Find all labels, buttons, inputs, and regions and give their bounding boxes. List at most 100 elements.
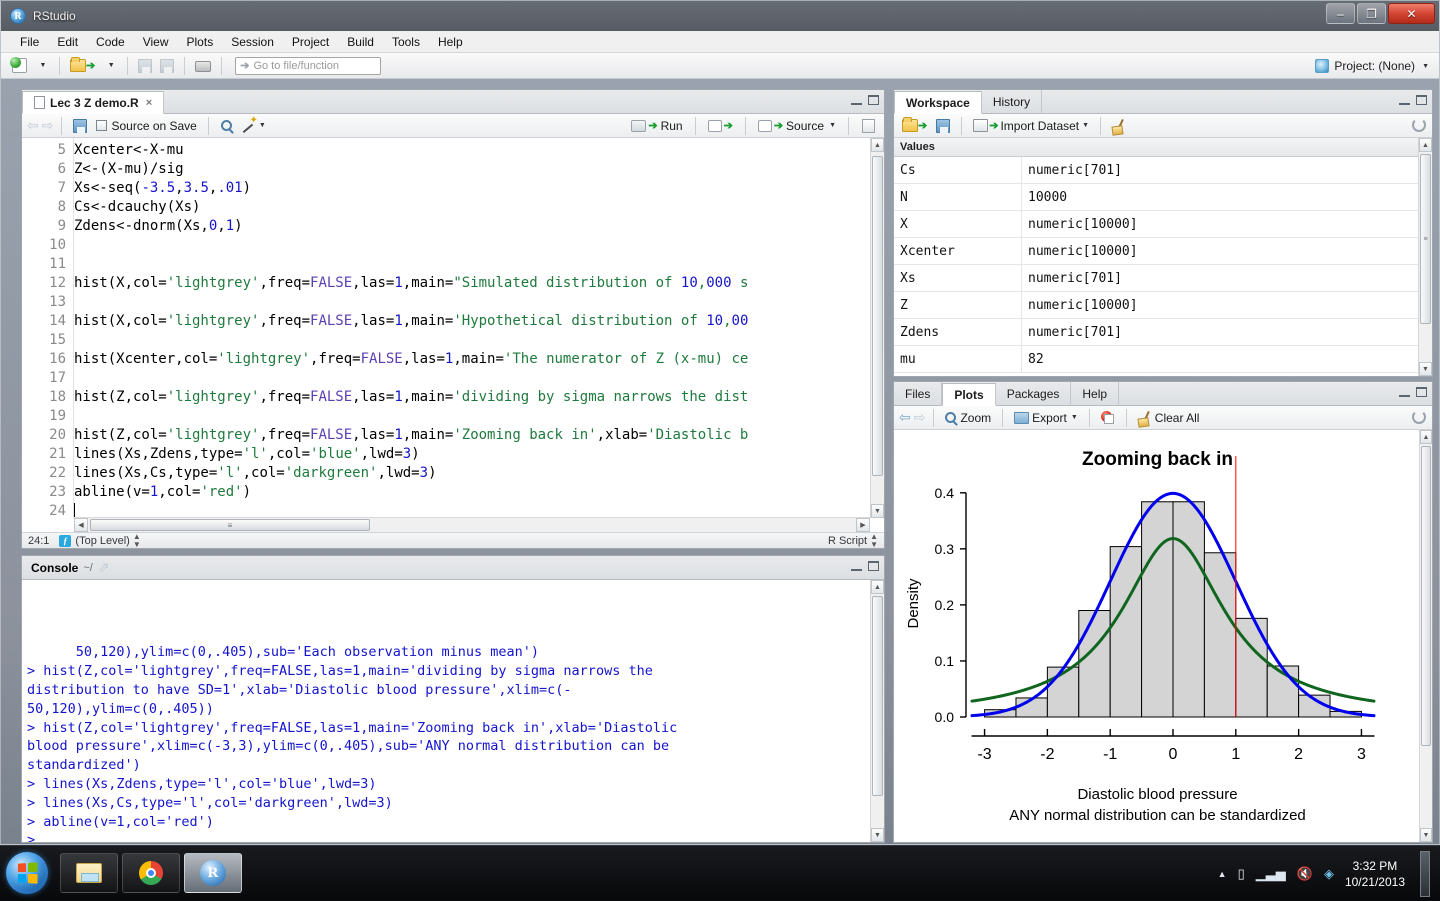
plot-canvas[interactable]: Zooming back in0.00.10.20.30.4Density-3-… — [894, 430, 1432, 842]
code-line[interactable]: Zdens<-dnorm(Xs,0,1) — [74, 217, 870, 236]
code-line[interactable]: Cs<-dcauchy(Xs) — [74, 198, 870, 217]
source-scroll-down-arrow[interactable]: ▼ — [871, 504, 884, 518]
workspace-row[interactable]: N10000 — [894, 184, 1432, 211]
find-replace-button[interactable] — [217, 116, 237, 136]
scope-selector-label[interactable]: (Top Level) — [75, 535, 129, 547]
show-document-outline-button[interactable] — [858, 116, 878, 136]
menu-session[interactable]: Session — [222, 33, 283, 51]
save-button[interactable] — [135, 56, 155, 76]
scope-selector-caret[interactable]: ▲▼ — [133, 533, 141, 549]
source-tab-lec3zdemo[interactable]: Lec 3 Z demo.R × — [22, 91, 164, 114]
tab-history[interactable]: History — [982, 90, 1042, 113]
tab-help[interactable]: Help — [1071, 382, 1119, 405]
source-hscroll-thumb[interactable]: ≡ — [90, 519, 370, 531]
plots-minimize-icon[interactable] — [1399, 388, 1410, 397]
source-horizontal-scrollbar[interactable]: ◀ ≡ ▶ — [74, 517, 870, 532]
plot-zoom-button[interactable]: Zoom — [942, 408, 994, 428]
plots-scroll-down-arrow[interactable]: ▼ — [1420, 828, 1432, 842]
workspace-scroll-thumb[interactable]: ≡ — [1420, 154, 1431, 324]
workspace-maximize-icon[interactable] — [1416, 95, 1427, 105]
tab-workspace[interactable]: Workspace — [894, 91, 982, 114]
code-line[interactable]: hist(Xcenter,col='lightgrey',freq=FALSE,… — [74, 350, 870, 369]
taskbar-item-rstudio[interactable]: R — [184, 853, 242, 893]
source-tab-close-icon[interactable]: × — [146, 97, 152, 109]
code-line[interactable]: Z<-(X-mu)/sig — [74, 160, 870, 179]
file-type-caret[interactable]: ▲▼ — [870, 533, 878, 549]
start-button[interactable] — [6, 852, 48, 894]
import-dataset-button[interactable]: ➔ Import Dataset ▼ — [970, 116, 1092, 136]
console-scroll-down-arrow[interactable]: ▼ — [871, 828, 884, 842]
code-line[interactable]: abline(v=1,col='red') — [74, 483, 870, 502]
menu-file[interactable]: File — [11, 33, 48, 51]
file-type-label[interactable]: R Script — [828, 535, 867, 547]
code-line[interactable] — [74, 255, 870, 274]
tab-packages[interactable]: Packages — [996, 382, 1072, 405]
source-hscroll-left-arrow[interactable]: ◀ — [74, 518, 88, 532]
plot-remove-button[interactable] — [1098, 408, 1118, 428]
print-button[interactable] — [192, 56, 214, 76]
new-file-button[interactable] — [9, 56, 30, 76]
new-file-dropdown-caret[interactable]: ▼ — [32, 56, 52, 76]
code-line[interactable]: Xcenter<-X-mu — [74, 141, 870, 160]
close-button[interactable]: ✕ — [1388, 3, 1435, 24]
menu-build[interactable]: Build — [338, 33, 383, 51]
workspace-scroll-down-arrow[interactable]: ▼ — [1419, 362, 1432, 376]
code-line[interactable]: hist(X,col='lightgrey',freq=FALSE,las=1,… — [74, 274, 870, 293]
workspace-row[interactable]: Csnumeric[701] — [894, 157, 1432, 184]
console-maximize-icon[interactable] — [868, 561, 879, 571]
source-minimize-icon[interactable] — [851, 96, 862, 105]
console-scroll-thumb[interactable] — [872, 596, 883, 796]
plots-scroll-thumb[interactable] — [1421, 446, 1431, 746]
open-file-dropdown-caret[interactable]: ▼ — [100, 56, 120, 76]
tab-plots[interactable]: Plots — [942, 383, 995, 406]
code-line[interactable]: hist(Z,col='lightgrey',freq=FALSE,las=1,… — [74, 426, 870, 445]
taskbar-item-chrome[interactable] — [122, 853, 180, 893]
source-scroll-up-arrow[interactable]: ▲ — [871, 138, 884, 152]
run-button[interactable]: ➔ Run — [628, 116, 685, 136]
plots-forward-icon[interactable]: ⇨ — [914, 409, 926, 426]
dropbox-icon[interactable]: ◈ — [1324, 866, 1334, 882]
menu-view[interactable]: View — [134, 33, 178, 51]
save-all-button[interactable] — [157, 56, 177, 76]
taskbar-clock[interactable]: 3:32 PM 10/21/2013 — [1345, 858, 1405, 890]
console-scroll-up-arrow[interactable]: ▲ — [871, 580, 884, 594]
workspace-row[interactable]: Znumeric[10000] — [894, 292, 1432, 319]
code-line[interactable] — [74, 369, 870, 388]
menu-edit[interactable]: Edit — [48, 33, 87, 51]
workspace-row[interactable]: mu82 — [894, 346, 1432, 373]
code-line[interactable] — [74, 502, 870, 518]
source-code-area[interactable]: Xcenter<-X-muZ<-(X-mu)/sigXs<-seq(-3.5,3… — [74, 138, 870, 518]
source-scroll-thumb[interactable] — [872, 156, 883, 476]
workspace-row[interactable]: Zdensnumeric[701] — [894, 319, 1432, 346]
code-line[interactable]: Xs<-seq(-3.5,3.5,.01) — [74, 179, 870, 198]
workspace-vertical-scrollbar[interactable]: ▲ ≡ ▼ — [1418, 138, 1432, 376]
load-workspace-button[interactable]: ➔ — [899, 116, 930, 136]
workspace-row[interactable]: Xcenternumeric[10000] — [894, 238, 1432, 265]
plots-vertical-scrollbar[interactable]: ▲ ▼ — [1419, 430, 1432, 842]
show-desktop-button[interactable] — [1420, 851, 1430, 897]
plot-export-button[interactable]: Export ▼ — [1011, 408, 1081, 428]
code-line[interactable] — [74, 293, 870, 312]
project-menu-button[interactable]: Project: (None) ▼ — [1311, 56, 1433, 76]
refresh-icon[interactable] — [1412, 118, 1426, 132]
source-on-save-checkbox[interactable]: Source on Save — [93, 116, 199, 136]
plots-back-icon[interactable]: ⇦ — [899, 409, 911, 426]
code-line[interactable]: hist(X,col='lightgrey',freq=FALSE,las=1,… — [74, 312, 870, 331]
console-minimize-icon[interactable] — [851, 562, 862, 571]
console-output[interactable]: 50,120),ylim=c(0,.405),sub='Each observa… — [22, 580, 870, 842]
source-vertical-scrollbar[interactable]: ▲ ▼ — [870, 138, 884, 518]
code-line[interactable]: hist(Z,col='lightgrey',freq=FALSE,las=1,… — [74, 388, 870, 407]
code-tools-button[interactable]: ▼ — [240, 116, 269, 136]
volume-muted-icon[interactable]: 🔇 — [1297, 866, 1313, 882]
tab-files[interactable]: Files — [894, 382, 942, 405]
source-maximize-icon[interactable] — [868, 95, 879, 105]
source-back-icon[interactable]: ⇦ — [27, 117, 39, 134]
goto-file-function-input[interactable]: ➔ Go to file/function — [235, 57, 381, 75]
battery-icon[interactable]: ▯ — [1238, 866, 1245, 882]
menu-project[interactable]: Project — [283, 33, 338, 51]
source-save-button[interactable] — [70, 116, 90, 136]
plot-clear-all-button[interactable]: Clear All — [1135, 408, 1203, 428]
save-workspace-button[interactable] — [933, 116, 953, 136]
maximize-button[interactable]: ❐ — [1357, 3, 1386, 24]
menu-tools[interactable]: Tools — [383, 33, 429, 51]
